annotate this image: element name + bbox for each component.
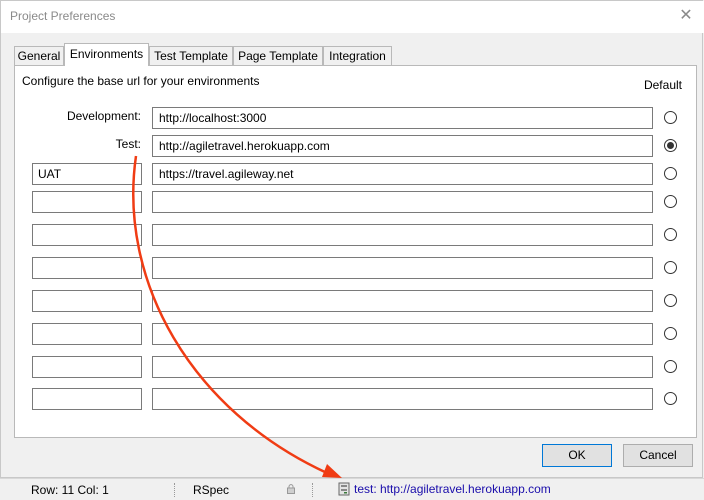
env-row-custom-4 bbox=[15, 257, 696, 281]
env-default-radio-development[interactable] bbox=[664, 111, 677, 124]
env-default-radio-3[interactable] bbox=[664, 228, 677, 241]
tab-environments[interactable]: Environments bbox=[64, 43, 149, 66]
env-name-input-3[interactable] bbox=[32, 224, 142, 246]
env-url-input-1[interactable] bbox=[152, 163, 653, 185]
current-environment-text: test: http://agiletravel.herokuapp.com bbox=[354, 482, 551, 496]
env-url-input-2[interactable] bbox=[152, 191, 653, 213]
status-bar: Row: 11 Col: 1 RSpec test: http://agilet… bbox=[0, 478, 704, 500]
title-bar: Project Preferences ✕ bbox=[1, 1, 704, 33]
env-url-input-6[interactable] bbox=[152, 323, 653, 345]
default-column-header: Default bbox=[643, 78, 682, 92]
lock-icon bbox=[287, 484, 295, 494]
test-framework-mode: RSpec bbox=[193, 483, 230, 497]
env-row-development: Development: bbox=[15, 107, 696, 131]
dialog-title: Project Preferences bbox=[10, 9, 116, 23]
env-name-input-1[interactable] bbox=[32, 163, 142, 185]
current-environment-link[interactable]: test: http://agiletravel.herokuapp.com bbox=[338, 482, 551, 496]
tab-integration[interactable]: Integration bbox=[323, 46, 392, 65]
env-url-test[interactable] bbox=[152, 135, 653, 157]
env-row-custom-1 bbox=[15, 163, 696, 187]
env-row-custom-3 bbox=[15, 224, 696, 248]
environments-panel: Configure the base url for your environm… bbox=[14, 65, 697, 438]
env-name-input-7[interactable] bbox=[32, 356, 142, 378]
preferences-dialog: Project Preferences ✕ General Environmen… bbox=[0, 0, 704, 478]
env-name-input-4[interactable] bbox=[32, 257, 142, 279]
tab-test-template[interactable]: Test Template bbox=[149, 46, 233, 65]
env-row-custom-8 bbox=[15, 388, 696, 412]
env-url-input-5[interactable] bbox=[152, 290, 653, 312]
env-default-radio-1[interactable] bbox=[664, 167, 677, 180]
env-name-input-6[interactable] bbox=[32, 323, 142, 345]
cancel-button[interactable]: Cancel bbox=[623, 444, 693, 467]
status-divider bbox=[174, 483, 176, 497]
env-default-radio-test[interactable] bbox=[664, 139, 677, 152]
env-label-development: Development: bbox=[66, 109, 141, 123]
env-default-radio-4[interactable] bbox=[664, 261, 677, 274]
env-row-custom-2 bbox=[15, 191, 696, 215]
env-row-custom-5 bbox=[15, 290, 696, 314]
server-icon bbox=[338, 482, 350, 496]
ok-button[interactable]: OK bbox=[542, 444, 612, 467]
tab-page-template[interactable]: Page Template bbox=[233, 46, 323, 65]
close-icon[interactable]: ✕ bbox=[674, 5, 698, 27]
env-default-radio-2[interactable] bbox=[664, 195, 677, 208]
env-default-radio-6[interactable] bbox=[664, 327, 677, 340]
env-url-development[interactable] bbox=[152, 107, 653, 129]
env-name-input-2[interactable] bbox=[32, 191, 142, 213]
env-name-input-5[interactable] bbox=[32, 290, 142, 312]
env-default-radio-7[interactable] bbox=[664, 360, 677, 373]
env-url-input-7[interactable] bbox=[152, 356, 653, 378]
cursor-position: Row: 11 Col: 1 bbox=[31, 483, 109, 497]
env-url-input-4[interactable] bbox=[152, 257, 653, 279]
status-divider bbox=[312, 483, 314, 497]
env-default-radio-8[interactable] bbox=[664, 392, 677, 405]
env-label-test: Test: bbox=[115, 137, 141, 151]
env-row-test: Test: bbox=[15, 135, 696, 159]
env-row-custom-7 bbox=[15, 356, 696, 380]
env-name-input-8[interactable] bbox=[32, 388, 142, 410]
tab-general[interactable]: General bbox=[14, 46, 64, 65]
env-url-input-3[interactable] bbox=[152, 224, 653, 246]
env-row-custom-6 bbox=[15, 323, 696, 347]
environments-description: Configure the base url for your environm… bbox=[22, 74, 260, 88]
env-default-radio-5[interactable] bbox=[664, 294, 677, 307]
env-url-input-8[interactable] bbox=[152, 388, 653, 410]
